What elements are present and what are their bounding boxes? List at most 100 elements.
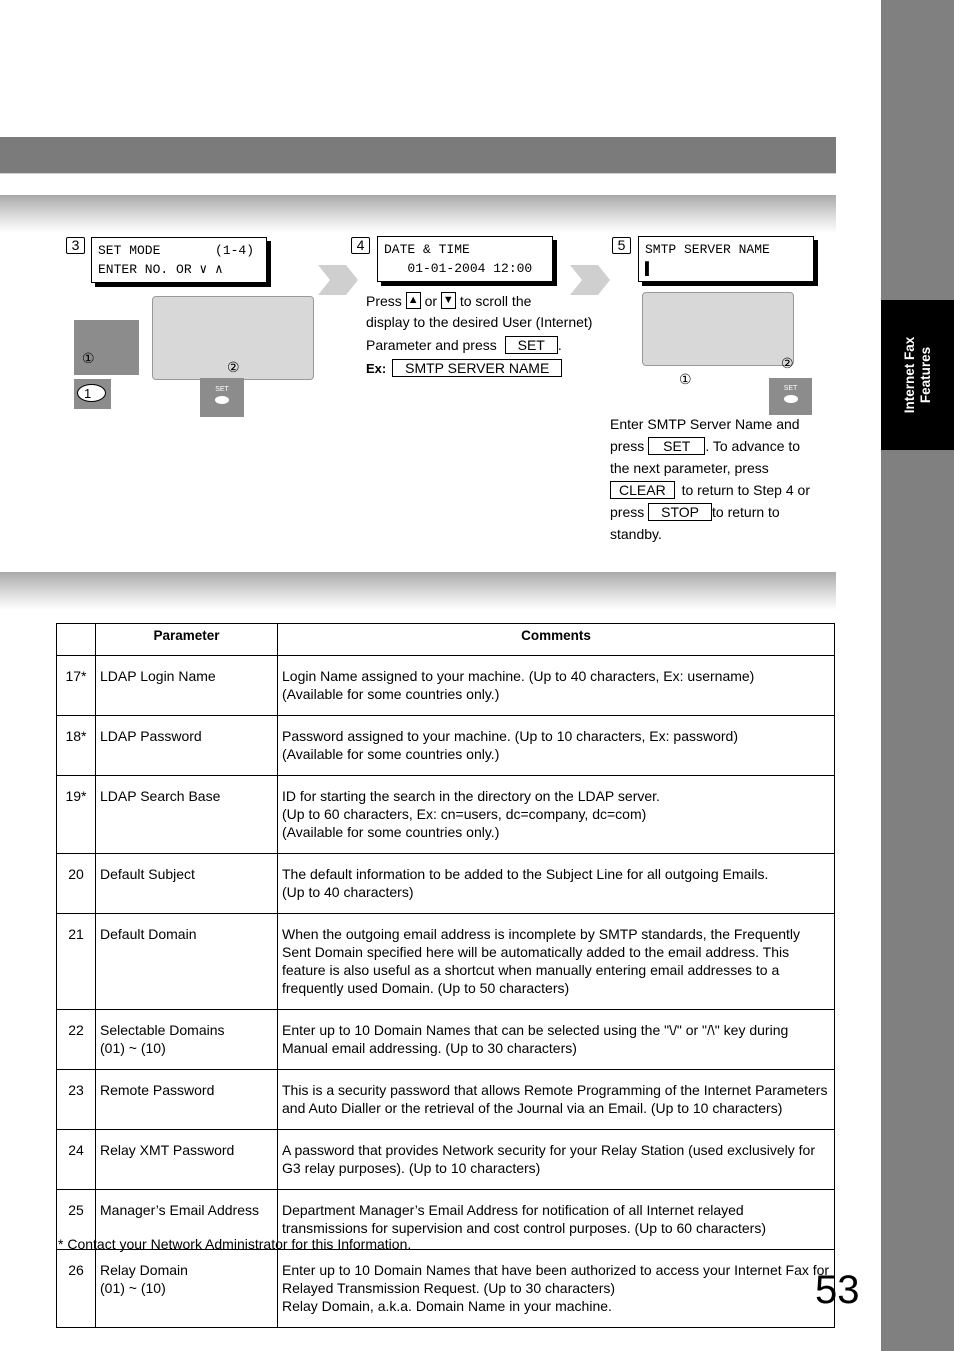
down-arrow-key-icon: ▼ [440, 292, 456, 309]
set-key-label: SET [783, 385, 798, 392]
comment-line: Department Manager’s Email Address for n… [282, 1202, 766, 1236]
parameters-table: Parameter Comments 17* LDAP Login Name Log… [56, 623, 835, 1328]
text-return-step4: to return to Step 4 or [681, 482, 810, 498]
section-tab: Internet Fax Features [881, 300, 954, 450]
header-comments: Comments [277, 623, 835, 656]
parameter-line: LDAP Password [100, 728, 202, 744]
example-label: Ex: [366, 361, 387, 376]
row-number: 26 [56, 1249, 96, 1328]
comment-line: Password assigned to your machine. (Up t… [282, 728, 738, 744]
row-comments: This is a security password that allows … [277, 1069, 835, 1130]
down-arrow-glyph: ▼ [442, 294, 454, 306]
lcd-display-step5: SMTP SERVER NAME ▌ [638, 236, 814, 282]
text-or: or [424, 293, 438, 309]
row-comments: The default information to be added to t… [277, 853, 835, 914]
section-tab-line1: Internet Fax [901, 336, 917, 414]
parameter-line: Relay XMT Password [100, 1142, 235, 1158]
section-header-bar [0, 572, 836, 610]
comment-line: (Available for some countries only.) [282, 686, 500, 702]
row-comments: Password assigned to your machine. (Up t… [277, 715, 835, 776]
row-number: 17* [56, 655, 96, 716]
text-standby: standby. [610, 526, 662, 542]
up-arrow-glyph: ▲ [407, 294, 419, 306]
row-comments: When the outgoing email address is incom… [277, 913, 835, 1010]
table-row: 22 Selectable Domains (01) ~ (10) Enter up … [56, 1009, 835, 1070]
row-parameter: LDAP Search Base [95, 775, 278, 854]
header-number [56, 623, 96, 656]
keypad-key-1: 1 [74, 379, 111, 409]
parameter-line: Relay Domain [100, 1262, 188, 1278]
row-parameter: Default Domain [95, 913, 278, 1010]
text-display-line: display to the desired User (Internet) [366, 314, 593, 330]
row-parameter: LDAP Password [95, 715, 278, 776]
row-number: 24 [56, 1129, 96, 1190]
step-number-4: 4 [351, 237, 370, 254]
next-step-arrow-icon [318, 265, 358, 295]
parameter-line: (01) ~ (10) [100, 1040, 166, 1056]
comment-line: (Available for some countries only.) [282, 746, 500, 762]
table-header-row: Parameter Comments [56, 623, 835, 656]
comment-line: Enter up to 10 Domain Names that have be… [282, 1262, 830, 1296]
comment-line: Login Name assigned to your machine. (Up… [282, 668, 755, 684]
row-comments: Enter up to 10 Domain Names that can be … [277, 1009, 835, 1070]
parameter-line: Selectable Domains [100, 1022, 225, 1038]
parameter-line: Remote Password [100, 1082, 215, 1098]
set-key-ref: SET [648, 437, 706, 455]
row-comments: Login Name assigned to your machine. (Up… [277, 655, 835, 716]
step4-instructions: Press ▲ or ▼ to scroll the display to th… [366, 291, 606, 380]
finger-1-icon: ① [82, 350, 95, 366]
parameter-line: (01) ~ (10) [100, 1280, 166, 1296]
footnote: * Contact your Network Administrator for… [58, 1236, 412, 1252]
header-parameter: Parameter [95, 623, 278, 656]
keypad-illustration: ① [74, 320, 139, 375]
step-number-3: 3 [66, 237, 85, 254]
comment-line: When the outgoing email address is incom… [282, 926, 801, 996]
row-parameter: Remote Password [95, 1069, 278, 1130]
parameter-line: LDAP Login Name [100, 668, 216, 684]
comment-line: Enter up to 10 Domain Names that can be … [282, 1022, 789, 1056]
key-1-label: 1 [77, 384, 106, 402]
table-row: 21 Default Domain When the outgoing email … [56, 913, 835, 1010]
set-key-illustration: SET [200, 378, 244, 417]
clear-key-ref: CLEAR [610, 481, 675, 499]
period: . [557, 337, 562, 353]
set-key-illustration: SET [769, 378, 812, 415]
text-return-to: to return to [712, 504, 780, 520]
lcd-display-step4: DATE & TIME 01-01-2004 12:00 [377, 236, 553, 282]
row-number: 20 [56, 853, 96, 914]
parameter-line: Default Domain [100, 926, 197, 942]
comment-line: A password that provides Network securit… [282, 1142, 816, 1176]
comment-line: ID for starting the search in the direct… [282, 788, 660, 804]
step-number-5: 5 [612, 237, 631, 254]
text-next-parameter: the next parameter, press [610, 460, 769, 476]
row-parameter: Selectable Domains (01) ~ (10) [95, 1009, 278, 1070]
text-press: press [610, 438, 645, 454]
comment-line: (Up to 40 characters) [282, 884, 414, 900]
table-row: 23 Remote Password This is a security pass… [56, 1069, 835, 1130]
lcd-line1: SET MODE (1-4) [98, 243, 255, 258]
stop-key-ref: STOP [648, 503, 712, 521]
step5-instructions: Enter SMTP Server Name and press SET. To… [610, 413, 840, 545]
lcd-line1: SMTP SERVER NAME [645, 242, 770, 257]
comment-line: (Available for some countries only.) [282, 824, 500, 840]
row-number: 23 [56, 1069, 96, 1130]
table-row: 24 Relay XMT Password A password that prov… [56, 1129, 835, 1190]
text-parameter-press: Parameter and press [366, 337, 497, 353]
comment-line: This is a security password that allows … [282, 1082, 828, 1116]
comment-line: (Up to 60 characters, Ex: cn=users, dc=c… [282, 806, 647, 822]
example-value: SMTP SERVER NAME [392, 359, 563, 377]
parameter-line: LDAP Search Base [100, 788, 221, 804]
section-tab-line2: Features [917, 346, 933, 404]
title-bar [0, 137, 836, 174]
finger-2-icon: ② [781, 355, 794, 371]
text-press: press [610, 504, 645, 520]
lcd-line1: DATE & TIME [384, 242, 470, 257]
table-row: 17* LDAP Login Name Login Name assigned to… [56, 655, 835, 716]
row-parameter: Relay XMT Password [95, 1129, 278, 1190]
row-comments: A password that provides Network securit… [277, 1129, 835, 1190]
row-number: 22 [56, 1009, 96, 1070]
lcd-display-step3: SET MODE (1-4) ENTER NO. OR ∨ ∧ [91, 237, 267, 283]
text-scroll: to scroll the [459, 293, 532, 309]
row-parameter: Relay Domain (01) ~ (10) [95, 1249, 278, 1328]
control-panel-illustration: ① ② [642, 292, 794, 387]
